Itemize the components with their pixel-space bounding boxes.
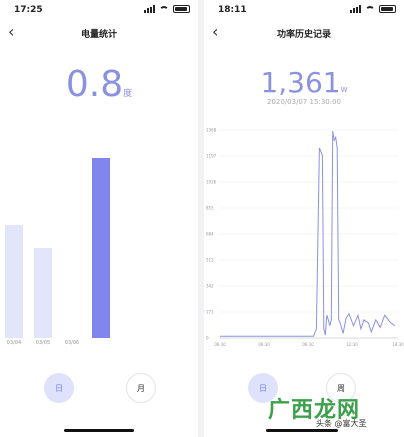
y-tick-label: 855 — [206, 206, 214, 211]
tab-month[interactable]: 月 — [126, 373, 156, 403]
timestamp: 2020/03/07 15:30:00 — [266, 98, 341, 106]
bar-label: 03/05 — [35, 340, 51, 346]
energy-value-display: 0.8度 — [0, 64, 198, 105]
tab-month-label: 月 — [137, 383, 145, 393]
y-tick-label: 1368 — [206, 128, 217, 133]
battery-icon — [379, 5, 396, 13]
wifi-icon — [159, 5, 169, 13]
power-value: 1,361 — [260, 66, 341, 99]
y-tick-label: 342 — [206, 284, 214, 289]
home-indicator — [266, 429, 338, 432]
power-line-chart: 1368 1197 1026 855 684 513 342 171 0 06:30 06:30 06… — [206, 128, 404, 348]
bar-03/04[interactable] — [5, 225, 23, 338]
wifi-icon — [365, 5, 375, 13]
status-time: 18:11 — [218, 5, 247, 15]
signal-icon — [350, 5, 361, 13]
watermark-account: 头条 @富大圣 — [316, 419, 367, 428]
bar-03/05[interactable] — [34, 248, 52, 338]
status-bar: 17:25 — [0, 0, 198, 22]
y-tick-label: 0 — [206, 336, 209, 341]
energy-unit: 度 — [123, 89, 133, 99]
signal-icon — [144, 5, 155, 13]
energy-stats-screen: 17:25 ‹ 电量统计 0.8度 03/04 03/05 03/06 03/07 日… — [0, 0, 198, 437]
bar-03/07[interactable] — [92, 158, 110, 338]
energy-bar-chart: 03/04 03/05 03/06 03/07 — [0, 150, 198, 350]
bar-label: 03/07 — [93, 340, 109, 346]
status-bar: 18:11 — [204, 0, 404, 22]
power-series-line — [220, 131, 396, 337]
bar-label: 03/04 — [6, 340, 22, 346]
x-tick-label: 12:30 — [346, 342, 358, 347]
tab-day-label: 日 — [259, 383, 267, 393]
y-tick-label: 513 — [206, 258, 214, 263]
battery-icon — [173, 5, 190, 13]
status-icons — [144, 5, 190, 13]
nav-bar: ‹ 电量统计 — [0, 22, 198, 44]
home-indicator — [64, 429, 134, 432]
x-tick-label: 06:30 — [214, 342, 226, 347]
y-tick-label: 684 — [206, 232, 214, 237]
y-tick-label: 171 — [206, 310, 214, 315]
bar-label: 03/06 — [64, 340, 80, 346]
tab-day-label: 日 — [55, 383, 63, 393]
tab-day[interactable]: 日 — [44, 373, 74, 403]
page-title: 电量统计 — [80, 30, 117, 40]
page-title: 功率历史记录 — [276, 30, 331, 40]
status-time: 17:25 — [14, 5, 43, 15]
status-icons — [350, 5, 396, 13]
y-tick-label: 1197 — [206, 154, 217, 159]
power-value-display: 1,361W — [204, 66, 404, 99]
x-tick-label: 06:30 — [302, 342, 314, 347]
x-tick-label: 18:30 — [392, 342, 404, 347]
x-tick-label: 06:30 — [258, 342, 270, 347]
nav-bar: ‹ 功率历史记录 — [204, 22, 404, 44]
power-unit: W — [340, 86, 348, 94]
energy-value: 0.8 — [65, 64, 124, 105]
y-tick-label: 1026 — [206, 180, 217, 185]
power-history-screen: 18:11 ‹ 功率历史记录 1,361W 2020/03/07 15:30:0… — [204, 0, 404, 437]
